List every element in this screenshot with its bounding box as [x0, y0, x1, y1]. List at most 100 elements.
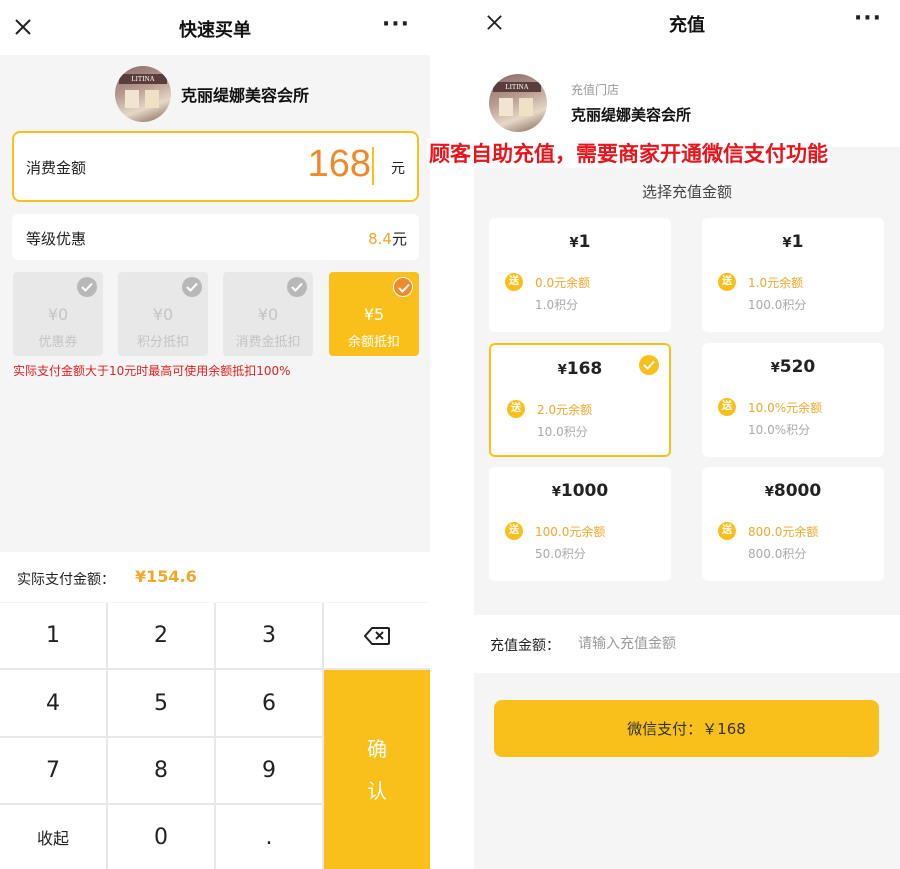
amount-input[interactable]: 消费金额 168 元 [12, 131, 419, 202]
recharge-options: 选择充值金额 ¥1 送 0.0元余额 1.0积分 ¥1 送 1.0元余额 100… [474, 147, 900, 615]
recharge-screen: 充值 ··· LITINA 充值门店 克丽缇娜美容会所 选择充值金额 ¥1 送 … [474, 0, 900, 869]
gift-badge-icon: 送 [505, 522, 523, 540]
yen-sign: ¥ [782, 236, 792, 251]
option-points: 10.0积分 [537, 425, 588, 439]
option-price: 1 [578, 232, 591, 252]
options-heading: 选择充值金额 [641, 183, 732, 201]
key-7[interactable]: 7 [0, 738, 106, 803]
store-avatar: LITINA [489, 74, 547, 132]
discount-amount: ¥0 [152, 305, 174, 324]
page-title: 充值 [669, 15, 705, 36]
option-price: 8000 [773, 481, 822, 501]
amount-label: 消费金额 [26, 159, 87, 177]
discount-options: ¥0 优惠券 ¥0 积分抵扣 ¥0 消费金抵扣 ¥5 余额抵扣 [13, 272, 419, 356]
confirm-button[interactable]: 确 认 [324, 670, 430, 869]
option-points: 50.0积分 [535, 547, 586, 561]
key-0[interactable]: 0 [108, 805, 214, 869]
discount-label: 余额抵扣 [347, 335, 400, 350]
store-name: 克丽缇娜美容会所 [571, 106, 692, 124]
option-points: 1.0积分 [535, 298, 579, 312]
yen-sign: ¥ [764, 485, 774, 500]
bottom-area: 微信支付：￥168 [474, 673, 900, 869]
level-discount-unit: 元 [391, 230, 407, 248]
actual-pay-value: ¥154.6 [135, 567, 197, 586]
recharge-amount-label: 充值金额： [490, 638, 560, 654]
backspace-icon [364, 626, 390, 645]
amount-value: 168 [307, 143, 371, 185]
option-price: 168 [566, 359, 603, 379]
amount-unit: 元 [391, 161, 405, 177]
more-icon[interactable]: ··· [854, 6, 882, 31]
option-points: 100.0积分 [748, 298, 807, 312]
option-price: 1000 [560, 481, 609, 501]
collapse-button[interactable]: 收起 [0, 805, 106, 869]
option-bonus: 800.0元余额 [748, 525, 819, 539]
recharge-option[interactable]: ¥520 送 10.0%元余额 10.0%积分 [702, 343, 884, 457]
wechat-pay-button[interactable]: 微信支付：￥168 [494, 700, 879, 757]
discount-amount: ¥5 [363, 305, 385, 324]
key-3[interactable]: 3 [216, 603, 322, 668]
discount-amount: ¥0 [47, 305, 69, 324]
store-label: 充值门店 [571, 83, 620, 97]
key-1[interactable]: 1 [0, 603, 106, 668]
check-icon [393, 277, 413, 297]
backspace-button[interactable] [324, 603, 430, 668]
recharge-option[interactable]: ¥1 送 0.0元余额 1.0积分 [489, 218, 671, 332]
option-bonus: 100.0元余额 [535, 525, 606, 539]
key-5[interactable]: 5 [108, 670, 214, 736]
store-header: LITINA 充值门店 克丽缇娜美容会所 [474, 47, 900, 147]
recharge-option[interactable]: ¥1 送 1.0元余额 100.0积分 [702, 218, 884, 332]
check-icon [287, 277, 307, 297]
actual-pay-row: 实际支付金额： ¥154.6 [0, 552, 430, 602]
quick-pay-nav-bar: 快速买单 ··· [0, 0, 430, 55]
more-icon[interactable]: ··· [382, 12, 410, 37]
key-8[interactable]: 8 [108, 738, 214, 803]
option-bonus: 1.0元余额 [748, 276, 804, 290]
shop-sign: LITINA [119, 74, 167, 84]
quick-pay-screen: 快速买单 ··· LITINA 克丽缇娜美容会所 消费金额 168 元 等级优惠… [0, 0, 430, 869]
discount-spend-credit[interactable]: ¥0 消费金抵扣 [223, 272, 313, 356]
actual-pay-label: 实际支付金额： [17, 572, 115, 588]
recharge-option[interactable]: ¥8000 送 800.0元余额 800.0积分 [702, 467, 884, 581]
gift-badge-icon: 送 [505, 273, 523, 291]
store-sign: LITINA [493, 82, 541, 92]
check-icon [182, 277, 202, 297]
yen-sign: ¥ [569, 236, 579, 251]
discount-balance[interactable]: ¥5 余额抵扣 [329, 272, 419, 356]
key-4[interactable]: 4 [0, 670, 106, 736]
text-cursor [372, 147, 374, 185]
yen-sign: ¥ [770, 361, 780, 376]
numeric-keypad: 1 2 3 4 5 6 7 8 9 收起 0 . 确 认 [0, 603, 430, 869]
option-price: 1 [791, 232, 804, 252]
discount-label: 积分抵扣 [136, 335, 189, 350]
gift-badge-icon: 送 [507, 400, 525, 418]
level-discount-value: 8.4 [368, 230, 392, 248]
key-6[interactable]: 6 [216, 670, 322, 736]
discount-label: 优惠券 [38, 335, 78, 350]
recharge-amount-input[interactable] [578, 629, 858, 659]
recharge-option-selected[interactable]: ¥168 送 2.0元余额 10.0积分 [489, 343, 671, 457]
shop-name: 克丽缇娜美容会所 [181, 86, 310, 105]
recharge-amount-row: 充值金额： [474, 615, 900, 673]
key-9[interactable]: 9 [216, 738, 322, 803]
option-points: 10.0%积分 [748, 423, 811, 437]
gift-badge-icon: 送 [718, 398, 736, 416]
shop-avatar: LITINA [115, 66, 171, 122]
discount-amount: ¥0 [257, 305, 279, 324]
discount-coupon[interactable]: ¥0 优惠券 [13, 272, 103, 356]
confirm-label-line2: 认 [367, 778, 387, 803]
level-discount-row: 等级优惠 8.4元 [12, 214, 419, 260]
key-dot[interactable]: . [216, 805, 322, 869]
discount-points[interactable]: ¥0 积分抵扣 [118, 272, 208, 356]
discount-label: 消费金抵扣 [235, 335, 301, 350]
option-points: 800.0积分 [748, 547, 807, 561]
gift-badge-icon: 送 [718, 273, 736, 291]
shop-header: LITINA 克丽缇娜美容会所 [115, 66, 309, 122]
recharge-nav-bar: 充值 ··· [474, 0, 900, 47]
level-discount-label: 等级优惠 [26, 230, 87, 248]
option-bonus: 0.0元余额 [535, 276, 591, 290]
recharge-option[interactable]: ¥1000 送 100.0元余额 50.0积分 [489, 467, 671, 581]
annotation-caption: 顾客自助充值，需要商家开通微信支付功能 [427, 138, 830, 168]
yen-sign: ¥ [551, 485, 561, 500]
key-2[interactable]: 2 [108, 603, 214, 668]
